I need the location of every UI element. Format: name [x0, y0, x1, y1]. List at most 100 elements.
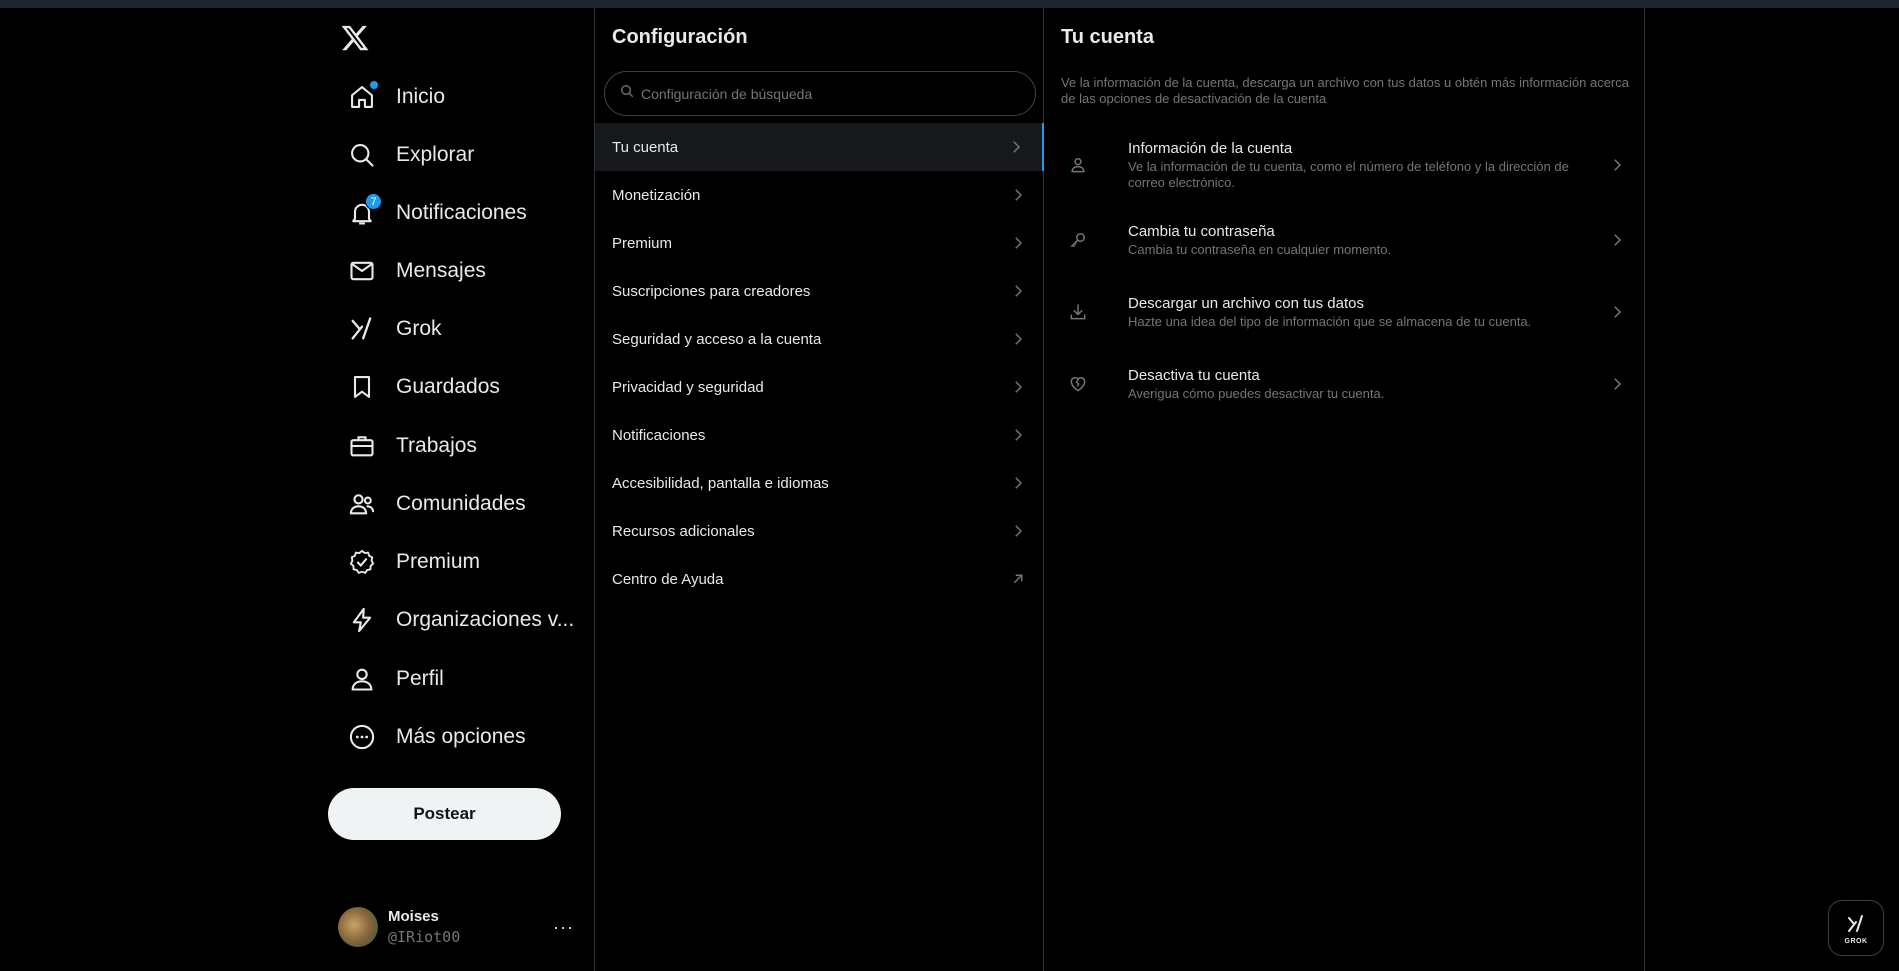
primary-navigation: Inicio Explorar 7 Notificaciones Mensaje… — [326, 8, 594, 971]
settings-item-centro-ayuda[interactable]: Centro de Ayuda — [595, 555, 1044, 603]
menu-label: Privacidad y seguridad — [612, 378, 764, 396]
account-name: Moises — [388, 908, 439, 925]
briefcase-icon — [348, 432, 376, 460]
more-circle-icon — [348, 723, 376, 751]
post-button[interactable]: Postear — [328, 788, 561, 840]
menu-label: Seguridad y acceso a la cuenta — [612, 330, 822, 348]
menu-label: Monetización — [612, 186, 701, 204]
option-title: Descargar un archivo con tus datos — [1128, 294, 1364, 312]
more-dots-icon[interactable]: ··· — [553, 917, 574, 938]
home-icon — [348, 81, 378, 111]
option-descargar-archivo[interactable]: Descargar un archivo con tus datos Hazte… — [1044, 276, 1644, 348]
menu-label: Suscripciones para creadores — [612, 282, 811, 300]
nav-label: Notificaciones — [396, 201, 527, 224]
notification-count-badge: 7 — [365, 193, 382, 210]
people-icon — [348, 490, 376, 518]
chevron-right-icon — [1015, 429, 1023, 441]
option-title: Cambia tu contraseña — [1128, 222, 1275, 240]
nav-item-premium[interactable]: Premium — [336, 537, 492, 587]
settings-item-monetizacion[interactable]: Monetización — [595, 171, 1044, 219]
option-subtitle: Cambia tu contraseña en cualquier moment… — [1128, 241, 1392, 257]
external-link-icon — [1013, 574, 1023, 584]
chevron-right-icon — [1015, 189, 1023, 201]
grok-fab-label: GROK — [1844, 937, 1868, 945]
option-desactiva-cuenta[interactable]: Desactiva tu cuenta Averigua cómo puedes… — [1044, 348, 1644, 420]
mail-icon — [348, 257, 376, 285]
option-subtitle: Hazte una idea del tipo de información q… — [1128, 313, 1532, 329]
settings-item-recursos[interactable]: Recursos adicionales — [595, 507, 1044, 555]
option-text: Cambia tu contraseña Cambia tu contraseñ… — [1128, 223, 1608, 258]
settings-item-premium[interactable]: Premium — [595, 219, 1044, 267]
settings-column: Configuración Tu cuenta Monetización Pre… — [594, 8, 1044, 971]
nav-label: Comunidades — [396, 492, 526, 515]
nav-item-guardados[interactable]: Guardados — [336, 362, 512, 412]
chevron-right-icon — [1015, 285, 1023, 297]
grok-icon — [348, 315, 376, 343]
nav-label: Perfil — [396, 667, 444, 690]
chevron-right-icon — [1614, 306, 1622, 318]
menu-label: Tu cuenta — [612, 138, 679, 156]
chevron-right-icon — [1015, 381, 1023, 393]
chevron-right-icon — [1614, 378, 1622, 390]
lightning-icon — [348, 606, 376, 634]
settings-item-accesibilidad[interactable]: Accesibilidad, pantalla e idiomas — [595, 459, 1044, 507]
option-subtitle: Ve la información de tu cuenta, como el … — [1128, 158, 1569, 190]
nav-item-mas-opciones[interactable]: Más opciones — [336, 712, 538, 762]
settings-item-tu-cuenta[interactable]: Tu cuenta — [595, 123, 1044, 171]
nav-label: Inicio — [396, 85, 446, 108]
person-icon — [1071, 158, 1085, 173]
menu-label: Accesibilidad, pantalla e idiomas — [612, 474, 829, 492]
option-informacion-cuenta[interactable]: Información de la cuenta Ve la informaci… — [1044, 130, 1644, 200]
nav-item-grok[interactable]: Grok — [336, 304, 454, 354]
nav-item-comunidades[interactable]: Comunidades — [336, 479, 538, 529]
chevron-right-icon — [1015, 237, 1023, 249]
settings-item-seguridad[interactable]: Seguridad y acceso a la cuenta — [595, 315, 1044, 363]
nav-item-explorar[interactable]: Explorar — [336, 130, 486, 180]
option-cambia-contrasena[interactable]: Cambia tu contraseña Cambia tu contraseñ… — [1044, 204, 1644, 276]
bell-icon: 7 — [348, 193, 382, 227]
option-title: Información de la cuenta — [1128, 139, 1293, 157]
nav-item-trabajos[interactable]: Trabajos — [336, 421, 489, 471]
panel-description: Ve la información de la cuenta, descarga… — [1061, 75, 1629, 106]
menu-label: Recursos adicionales — [612, 522, 755, 540]
option-text: Información de la cuenta Ve la informaci… — [1128, 140, 1608, 191]
nav-item-perfil[interactable]: Perfil — [336, 654, 456, 704]
key-icon — [1070, 233, 1085, 248]
settings-search[interactable] — [604, 71, 1036, 116]
nav-item-notificaciones[interactable]: 7 Notificaciones — [336, 188, 539, 238]
person-icon — [348, 665, 376, 693]
grok-floating-button[interactable]: GROK — [1828, 900, 1884, 956]
option-subtitle: Averigua cómo puedes desactivar tu cuent… — [1128, 385, 1385, 401]
chevron-right-icon — [1614, 159, 1622, 171]
download-icon — [1070, 304, 1086, 320]
account-switcher[interactable]: Moises @IRiot00 ··· — [326, 895, 586, 959]
option-text: Desactiva tu cuenta Averigua cómo puedes… — [1128, 367, 1608, 402]
chevron-right-icon — [1013, 141, 1021, 153]
option-text: Descargar un archivo con tus datos Hazte… — [1128, 295, 1608, 330]
verified-icon — [348, 548, 376, 576]
account-handle: @IRiot00 — [388, 928, 461, 946]
bookmark-icon — [348, 373, 376, 401]
nav-item-organizaciones[interactable]: Organizaciones v... — [336, 595, 586, 645]
nav-item-mensajes[interactable]: Mensajes — [336, 246, 498, 296]
chevron-right-icon — [1015, 525, 1023, 537]
chevron-right-icon — [1015, 333, 1023, 345]
settings-item-privacidad[interactable]: Privacidad y seguridad — [595, 363, 1044, 411]
nav-label: Trabajos — [396, 434, 477, 457]
x-logo-icon[interactable] — [340, 23, 372, 55]
option-title: Desactiva tu cuenta — [1128, 366, 1260, 384]
settings-item-notificaciones[interactable]: Notificaciones — [595, 411, 1044, 459]
search-input[interactable] — [641, 85, 1021, 102]
nav-label: Explorar — [396, 143, 475, 166]
avatar — [338, 907, 378, 947]
menu-label: Premium — [612, 234, 673, 252]
nav-label: Grok — [396, 317, 442, 340]
account-settings-panel: Tu cuenta Ve la información de la cuenta… — [1044, 8, 1645, 971]
search-icon — [619, 83, 635, 104]
account-info: Moises @IRiot00 — [388, 908, 553, 946]
settings-item-suscripciones[interactable]: Suscripciones para creadores — [595, 267, 1044, 315]
unread-dot — [370, 81, 378, 89]
nav-item-inicio[interactable]: Inicio — [336, 72, 457, 122]
nav-label: Premium — [396, 550, 481, 573]
page-title: Configuración — [612, 26, 748, 48]
